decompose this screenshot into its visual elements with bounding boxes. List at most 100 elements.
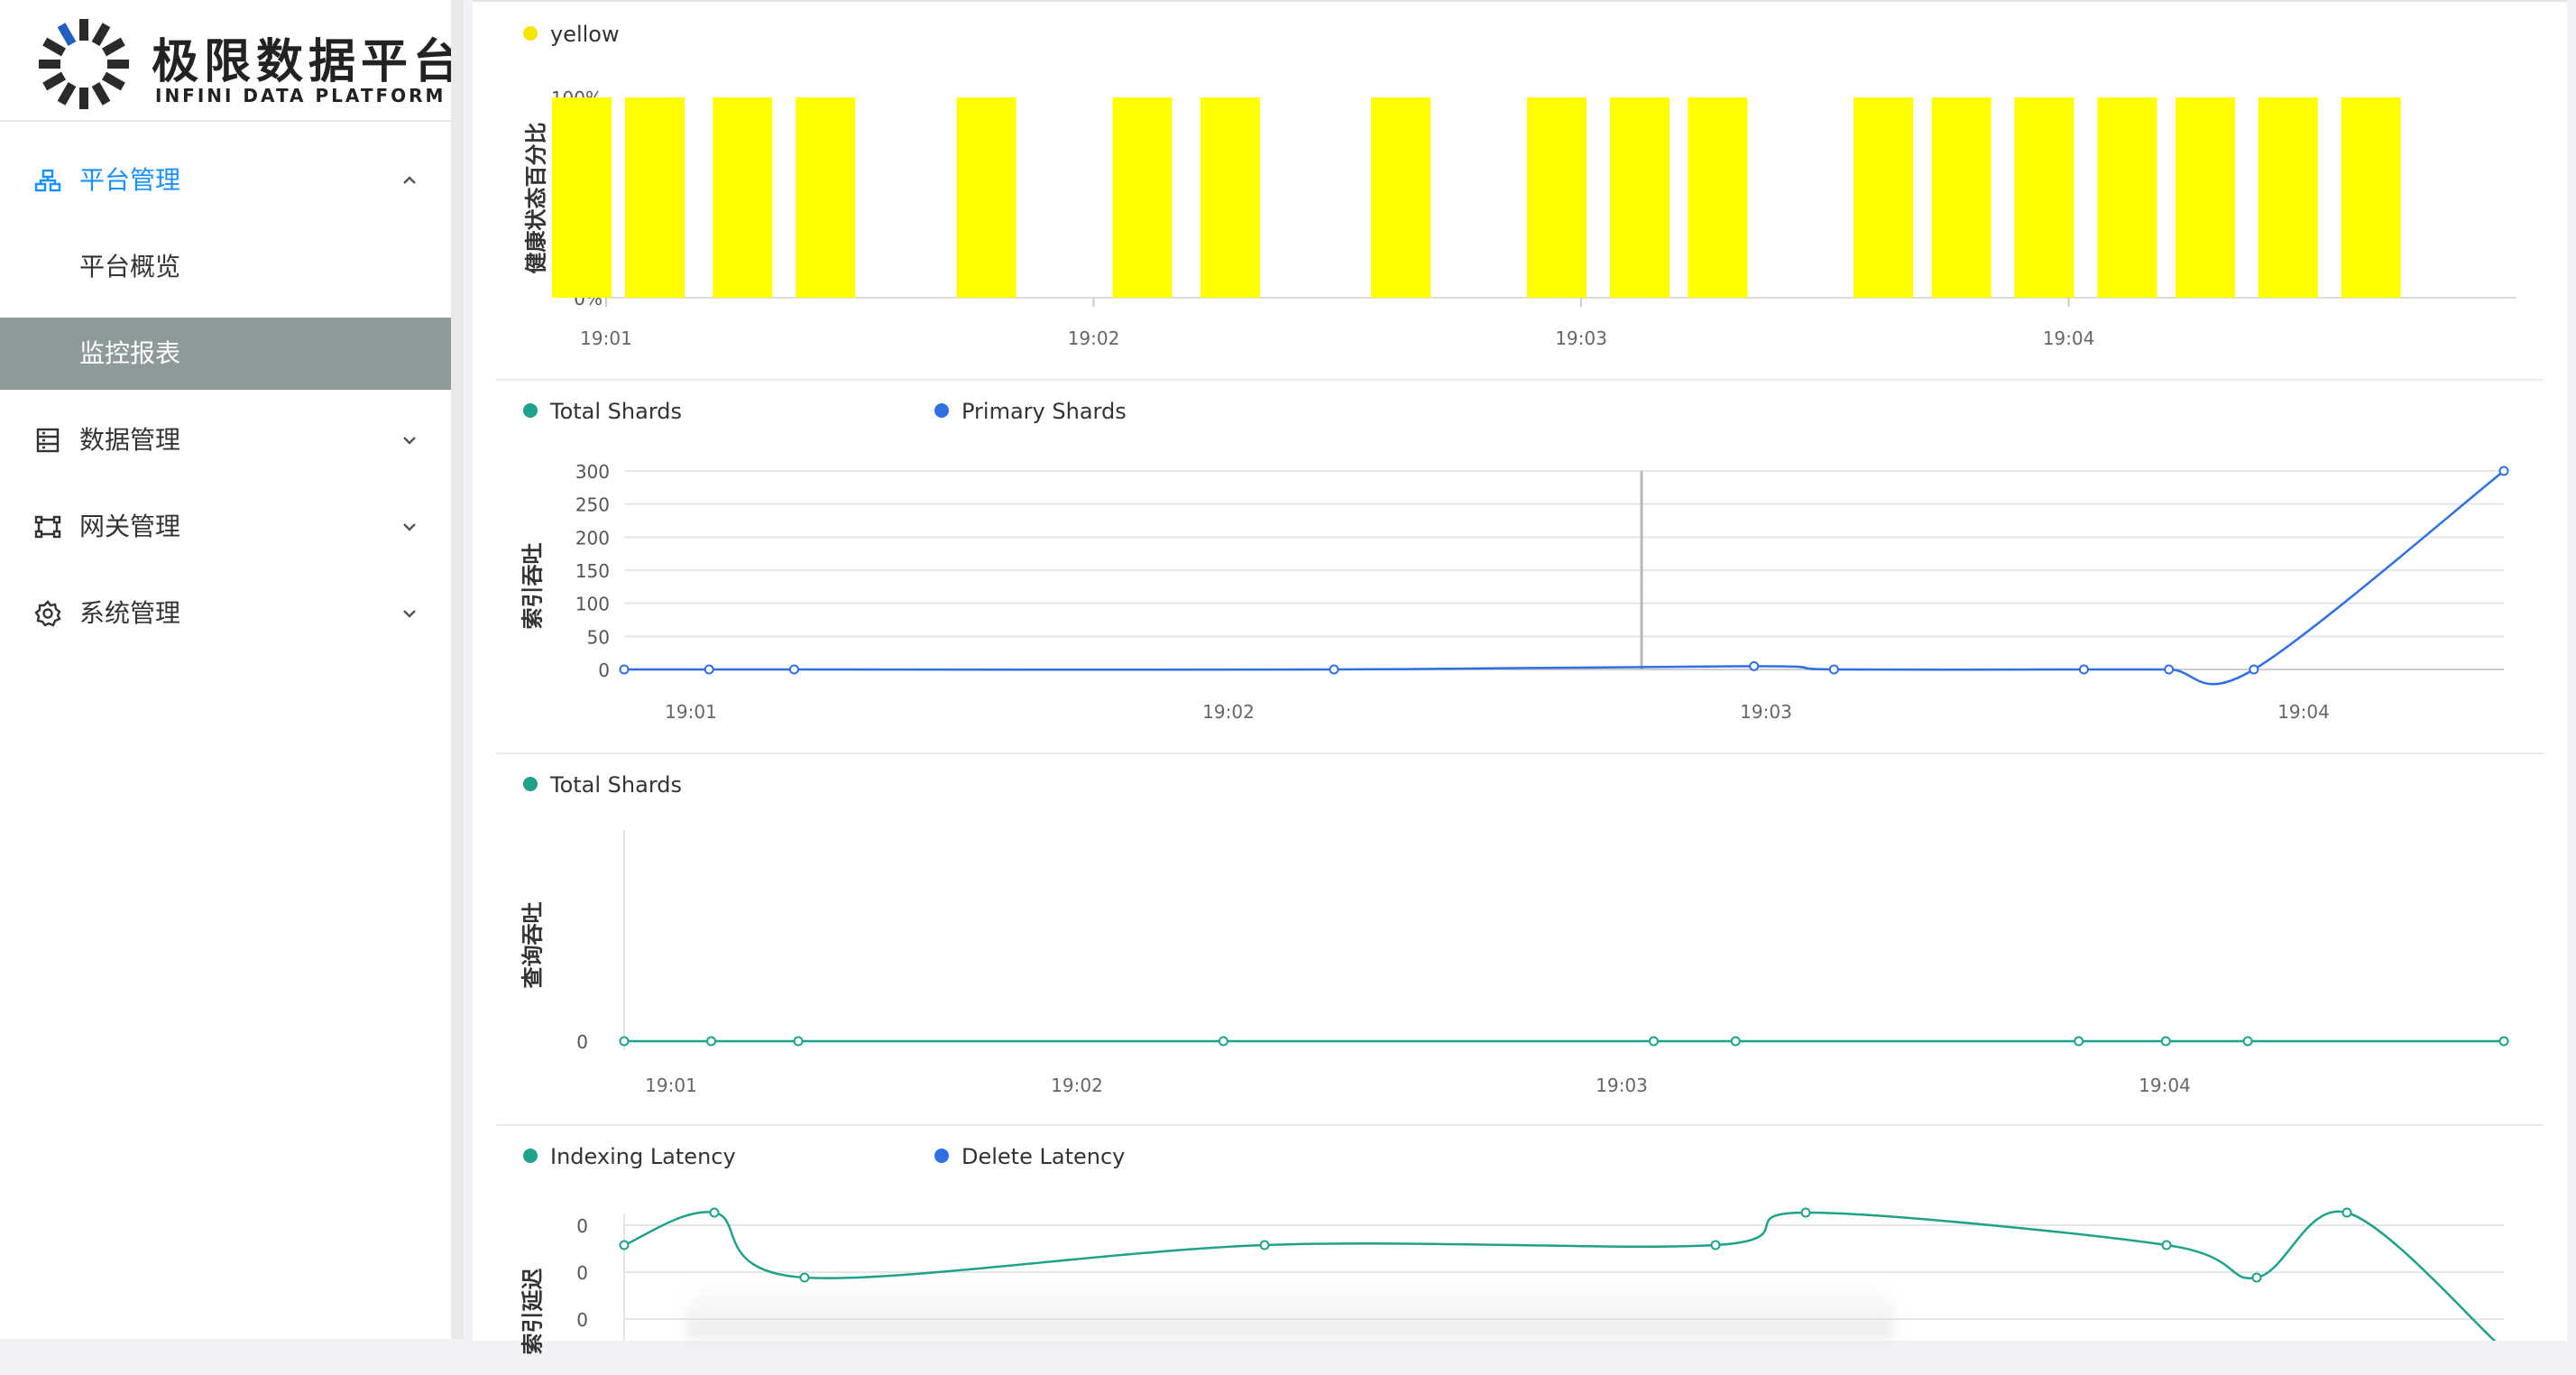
- query-throughput-panel: Total Shards 查询吞吐 0 19:01 19:02 19:03 19:04: [496, 752, 2544, 1126]
- health-bar: [1931, 97, 1992, 298]
- x-tick-label: 19:02: [1051, 1075, 1103, 1096]
- health-bar: [1200, 97, 1260, 298]
- data-point: [706, 1036, 717, 1047]
- menu-gateway-management[interactable]: 网关管理: [0, 491, 451, 563]
- database-icon: [36, 428, 60, 453]
- data-point: [2341, 1207, 2352, 1218]
- data-point: [2078, 664, 2089, 675]
- health-bar: [956, 97, 1017, 298]
- series-line-primary-shards: [624, 470, 2505, 686]
- data-point: [2160, 1036, 2171, 1047]
- data-point: [2251, 1272, 2262, 1283]
- health-bar: [1112, 97, 1173, 298]
- y-tick-label: 250: [575, 494, 610, 516]
- health-bar: [2341, 97, 2401, 298]
- data-point: [1259, 1240, 1270, 1250]
- data-point: [788, 664, 799, 675]
- monitoring-main: yellow 健康状态百分比 100%90%80%70%60%50%40%30%…: [473, 0, 2567, 1355]
- x-tick-label: 19:03: [1740, 701, 1792, 723]
- y-tick-label: 0: [576, 1215, 588, 1237]
- logo[interactable]: 极限数据平台 INFINI DATA PLATFORM: [0, 0, 460, 122]
- menu-platform-management[interactable]: 平台管理: [0, 144, 451, 217]
- menu-label: 监控报表: [79, 338, 181, 368]
- x-tick-label: 19:04: [2043, 328, 2095, 349]
- data-point: [2161, 1240, 2172, 1250]
- data-point: [793, 1036, 804, 1047]
- y-tick-label: 100: [575, 594, 610, 615]
- x-tick-label: 19:01: [665, 701, 717, 723]
- bottom-shadow: [685, 1281, 1894, 1339]
- y-tick-label: 0: [598, 660, 610, 681]
- menu-label: 数据管理: [79, 425, 181, 455]
- data-point: [1749, 660, 1760, 671]
- index-throughput-chart: 300 250 200 150 100 50 0 19:01 19:02 19:03 19:04: [575, 461, 2509, 723]
- health-bar: [1527, 97, 1587, 298]
- chevron-down-icon: [403, 523, 416, 531]
- x-tick-label: 19:03: [1555, 328, 1607, 349]
- data-point: [1218, 1036, 1228, 1047]
- health-bar-chart: 100%90%80%70%60%50%40%30%20%10%0%19:0119…: [551, 88, 2516, 349]
- chevron-down-icon: [403, 610, 416, 618]
- data-point: [1329, 664, 1339, 675]
- health-bar: [625, 97, 685, 298]
- x-tick-label: 19:04: [2277, 701, 2330, 723]
- x-tick-label: 19:02: [1068, 328, 1120, 349]
- data-point: [2498, 1036, 2509, 1047]
- health-bar: [2258, 97, 2318, 298]
- y-tick-label: 50: [587, 626, 610, 648]
- health-bar: [2014, 97, 2075, 298]
- y-tick-label: 0: [576, 1262, 588, 1284]
- data-point: [1730, 1036, 1741, 1047]
- health-bar: [1688, 97, 1748, 298]
- data-point: [2242, 1036, 2253, 1047]
- menu-system-management[interactable]: 系统管理: [0, 577, 451, 650]
- brand-name-cn: 极限数据平台: [152, 35, 466, 89]
- x-tick-label: 19:01: [580, 328, 632, 349]
- data-point: [2074, 1036, 2084, 1047]
- index-throughput-panel: Total Shards Primary Shards 索引吞吐 300 250 2…: [496, 379, 2544, 754]
- data-point: [704, 664, 714, 675]
- data-point: [2498, 466, 2509, 476]
- y-tick-label: 300: [575, 461, 610, 483]
- menu-data-management[interactable]: 数据管理: [0, 404, 451, 476]
- chevron-down-icon: [403, 437, 416, 445]
- menu-monitoring-report[interactable]: 监控报表: [0, 318, 455, 390]
- data-point: [619, 1036, 630, 1047]
- infini-logo-icon: [39, 19, 129, 109]
- data-point: [2164, 664, 2175, 675]
- query-throughput-chart: 0 19:01 19:02 19:03 19:04: [576, 830, 2509, 1096]
- chevron-up-icon: [403, 176, 416, 184]
- menu-platform-overview[interactable]: 平台概览: [0, 231, 451, 303]
- gateway-icon: [34, 515, 61, 539]
- sidebar-scrollbar[interactable]: [451, 0, 464, 1339]
- health-bar: [2097, 97, 2157, 298]
- data-point: [709, 1207, 720, 1218]
- brand-name-en: INFINI DATA PLATFORM: [155, 85, 446, 106]
- y-tick-label: 0: [576, 1309, 588, 1331]
- menu-label: 系统管理: [79, 598, 181, 628]
- y-tick-label: 200: [575, 527, 610, 549]
- x-tick-label: 19:02: [1202, 701, 1255, 723]
- x-tick-label: 19:04: [2139, 1075, 2191, 1096]
- data-point: [1828, 664, 1839, 675]
- x-tick-label: 19:03: [1596, 1075, 1648, 1096]
- health-bar: [551, 97, 612, 298]
- health-status-panel: yellow 健康状态百分比 100%90%80%70%60%50%40%30%…: [496, 2, 2544, 381]
- y-tick-label: 0: [576, 1031, 588, 1053]
- data-point: [1648, 1036, 1659, 1047]
- health-bar: [1854, 97, 1914, 298]
- data-point: [2249, 664, 2259, 675]
- data-point: [1800, 1207, 1811, 1218]
- menu-label: 平台管理: [79, 165, 181, 195]
- menu-label: 平台概览: [79, 252, 181, 281]
- sidebar: 极限数据平台 INFINI DATA PLATFORM 平台管理 平台概览 监控…: [0, 0, 460, 1339]
- health-bar: [2175, 97, 2235, 298]
- menu-label: 网关管理: [79, 512, 181, 541]
- health-bar: [1371, 97, 1431, 298]
- settings-icon: [34, 600, 61, 627]
- health-bar: [796, 97, 856, 298]
- data-point: [1710, 1240, 1721, 1250]
- x-tick-label: 19:01: [645, 1075, 697, 1096]
- health-bar: [713, 97, 773, 298]
- y-tick-label: 150: [575, 560, 610, 582]
